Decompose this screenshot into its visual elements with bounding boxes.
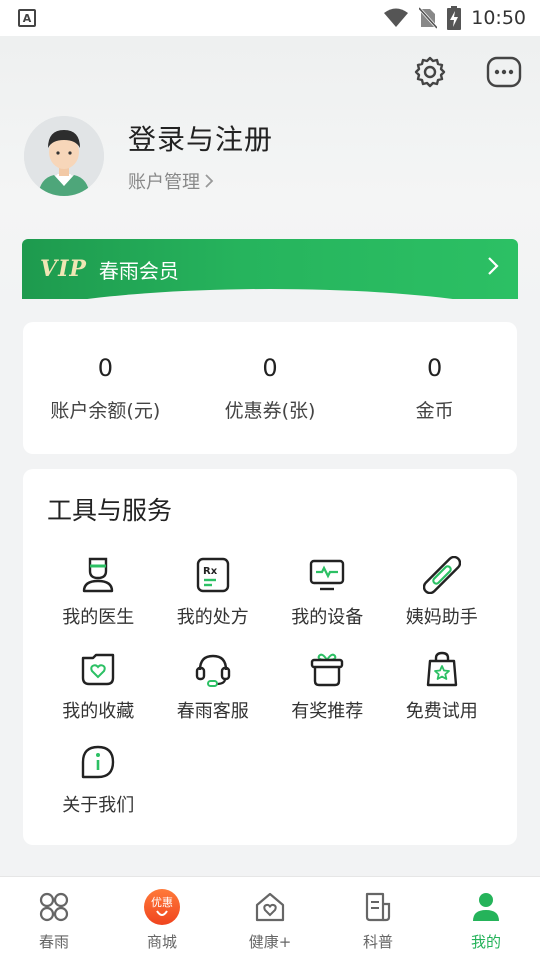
nav-item-health[interactable]: 健康+ — [216, 877, 324, 960]
status-bar: A 10:50 — [0, 0, 540, 36]
tool-label: 春雨客服 — [176, 701, 249, 722]
more-icon — [486, 56, 522, 88]
battery-charging-icon — [447, 6, 462, 30]
chevron-right-icon — [488, 257, 499, 275]
settings-icon — [414, 56, 446, 88]
more-messages-button[interactable] — [486, 54, 522, 90]
app-notification-icon: A — [18, 9, 36, 27]
stat-value: 0 — [262, 353, 278, 382]
tool-label: 我的设备 — [291, 607, 364, 628]
gift-icon — [311, 653, 344, 687]
nav-label: 春雨 — [38, 933, 69, 951]
wallet-stats-card: 0 账户余额(元) 0 优惠券(张) 0 金币 — [23, 322, 517, 454]
promo-icon: 优惠 — [144, 889, 180, 925]
tool-period-assistant[interactable]: 姨妈助手 — [385, 555, 500, 629]
stat-coupons[interactable]: 0 优惠券(张) — [190, 354, 350, 423]
info-icon — [82, 745, 115, 779]
tool-about-us[interactable]: 关于我们 — [41, 743, 156, 817]
nav-label: 科普 — [362, 933, 393, 951]
prescription-icon: Rx — [196, 557, 229, 593]
login-register-link[interactable]: 登录与注册 — [128, 118, 273, 158]
stat-coins[interactable]: 0 金币 — [355, 354, 515, 423]
bottom-navigation: 春雨 优惠 商城 健康+ 科普 我的 — [0, 876, 540, 960]
stat-value: 0 — [97, 353, 113, 382]
settings-button[interactable] — [412, 54, 448, 90]
tool-label: 关于我们 — [62, 795, 135, 816]
chevron-right-icon — [205, 174, 214, 188]
nav-item-mine[interactable]: 我的 — [432, 877, 540, 960]
device-icon — [310, 559, 345, 591]
wifi-icon — [384, 8, 409, 27]
tool-my-favorites[interactable]: 我的收藏 — [41, 649, 156, 723]
nav-label: 我的 — [470, 933, 501, 951]
no-sim-icon — [419, 7, 438, 29]
svg-text:Rx: Rx — [203, 566, 218, 577]
nav-label: 健康+ — [248, 933, 292, 951]
tools-services-card: 工具与服务 我的医生 Rx 我的处方 我的设备 姨妈助手 我的收藏 春雨客服 有… — [23, 469, 517, 845]
headset-icon — [195, 654, 230, 687]
home-grid-icon — [39, 892, 69, 922]
section-title: 工具与服务 — [47, 496, 173, 525]
pad-icon — [422, 556, 461, 594]
stat-label: 账户余额(元) — [50, 399, 161, 422]
profile-header: 登录与注册 账户管理 VIP 春雨会员 — [0, 36, 540, 306]
promo-badge-text: 优惠 — [151, 896, 173, 910]
nav-item-home[interactable]: 春雨 — [0, 877, 108, 960]
vip-label: 春雨会员 — [98, 258, 179, 283]
tool-my-doctor[interactable]: 我的医生 — [41, 555, 156, 629]
nav-item-mall[interactable]: 优惠 商城 — [108, 877, 216, 960]
stat-balance[interactable]: 0 账户余额(元) — [25, 354, 185, 423]
article-icon — [365, 892, 391, 922]
health-house-icon — [255, 892, 285, 922]
nav-label: 商城 — [146, 933, 177, 951]
stat-value: 0 — [427, 353, 443, 382]
default-avatar-icon — [24, 116, 104, 196]
profile-section[interactable]: 登录与注册 账户管理 — [24, 116, 273, 196]
tool-free-trial[interactable]: 免费试用 — [385, 649, 500, 723]
vip-membership-banner[interactable]: VIP 春雨会员 — [22, 239, 518, 299]
account-management-link[interactable]: 账户管理 — [128, 168, 273, 194]
tool-my-device[interactable]: 我的设备 — [270, 555, 385, 629]
tool-my-prescription[interactable]: Rx 我的处方 — [156, 555, 271, 629]
smile-icon — [156, 909, 168, 916]
nav-item-science[interactable]: 科普 — [324, 877, 432, 960]
status-time: 10:50 — [471, 7, 526, 29]
user-icon — [473, 893, 499, 921]
tool-label: 有奖推荐 — [291, 701, 364, 722]
tool-label: 免费试用 — [405, 701, 478, 722]
stat-label: 金币 — [415, 399, 454, 422]
tool-label: 我的收藏 — [62, 701, 135, 722]
vip-logo: VIP — [40, 256, 87, 282]
tool-label: 我的医生 — [62, 607, 135, 628]
doctor-icon — [83, 557, 114, 593]
stat-label: 优惠券(张) — [224, 399, 316, 422]
tool-customer-service[interactable]: 春雨客服 — [156, 649, 271, 723]
tool-label: 姨妈助手 — [405, 607, 478, 628]
avatar[interactable] — [24, 116, 104, 196]
favorite-icon — [82, 653, 115, 686]
trial-bag-icon — [426, 651, 457, 687]
tool-label: 我的处方 — [176, 607, 249, 628]
account-management-label: 账户管理 — [128, 172, 200, 193]
tool-referral-reward[interactable]: 有奖推荐 — [270, 649, 385, 723]
